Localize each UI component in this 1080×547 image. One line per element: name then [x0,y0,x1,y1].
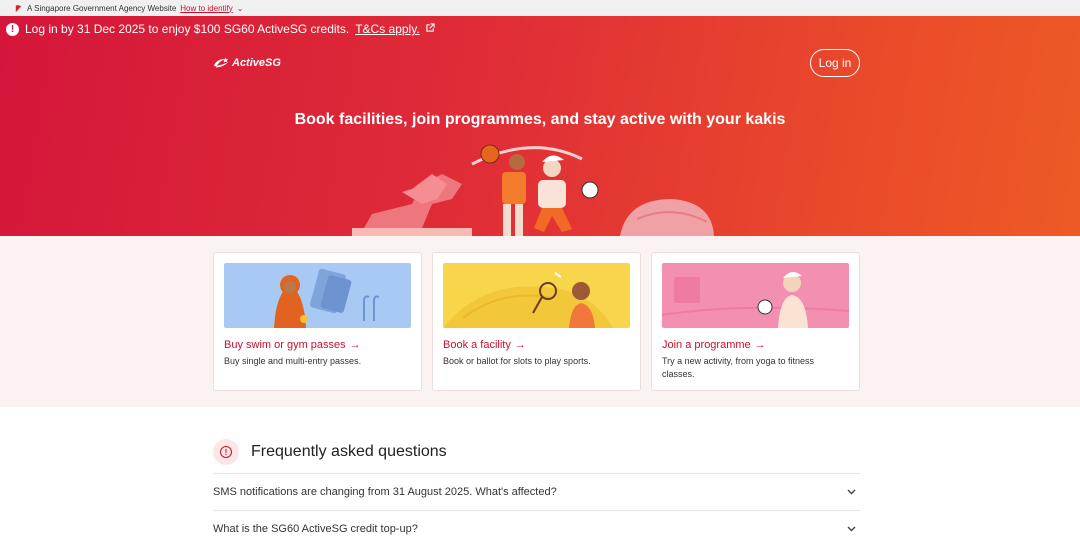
card-title[interactable]: Book a facility [443,339,511,351]
arrow-right-icon: → [514,339,526,351]
card-description: Buy single and multi-entry passes. [224,356,362,366]
logo-swoosh-icon [213,57,229,68]
card-title[interactable]: Join a programme [662,339,751,351]
basketball-icon [480,144,500,164]
faq-question: What is the SG60 ActiveSG credit top-up? [213,523,418,535]
chevron-down-icon[interactable] [847,487,856,497]
credits-banner: ! Log in by 31 Dec 2025 to enjoy $100 SG… [0,16,1080,42]
card-join-programme[interactable]: Join a programme → Try a new activity, f… [651,252,860,391]
gov-masthead: A Singapore Government Agency Website Ho… [0,0,1080,16]
soccer-ball-icon [581,181,599,199]
swim-gym-illustration [224,263,411,328]
player-basketball-illustration [502,154,526,236]
activesg-logo[interactable]: ActiveSG [212,56,281,70]
dragon-playground-illustration [352,174,472,236]
how-to-identify-link[interactable]: How to identify [180,4,232,13]
hero-section: ! Log in by 31 Dec 2025 to enjoy $100 SG… [0,16,1080,236]
chevron-down-icon[interactable]: ⌄ [237,4,244,13]
faq-item[interactable]: SMS notifications are changing from 31 A… [213,473,860,510]
chevron-down-icon[interactable] [847,524,856,534]
arrow-right-icon: → [349,339,361,351]
singapore-lion-icon [14,4,23,13]
card-book-facility[interactable]: Book a facility → Book or ballot for slo… [432,252,641,391]
hero-title: Book facilities, join programmes, and st… [294,111,786,128]
book-facility-illustration [443,263,630,328]
alert-icon: ! [6,22,19,36]
external-link-icon[interactable] [426,23,435,35]
player-soccer-illustration [534,155,599,232]
header-bar: ActiveSG Log in [212,48,860,78]
faq-section: ! Frequently asked questions SMS notific… [213,437,860,547]
action-cards-section: Buy swim or gym passes → Buy single and … [0,236,1080,407]
login-button[interactable]: Log in [810,49,860,77]
arrow-right-icon: → [754,339,766,351]
join-programme-illustration [662,263,849,328]
hero-illustration [352,144,714,236]
logo-text: ActiveSG [232,57,281,69]
faq-question: SMS notifications are changing from 31 A… [213,486,557,498]
info-icon: ! [213,439,239,465]
card-title[interactable]: Buy swim or gym passes [224,339,346,351]
faq-title: Frequently asked questions [251,443,447,460]
masthead-text: A Singapore Government Agency Website [27,3,177,13]
card-description: Book or ballot for slots to play sports. [443,356,591,366]
stadium-dome-illustration [620,199,714,236]
banner-message: Log in by 31 Dec 2025 to enjoy $100 SG60… [25,22,350,36]
card-swim-gym-passes[interactable]: Buy swim or gym passes → Buy single and … [213,252,422,391]
card-description: Try a new activity, from yoga to fitness… [662,356,815,379]
tnc-link[interactable]: T&Cs apply. [355,22,419,36]
